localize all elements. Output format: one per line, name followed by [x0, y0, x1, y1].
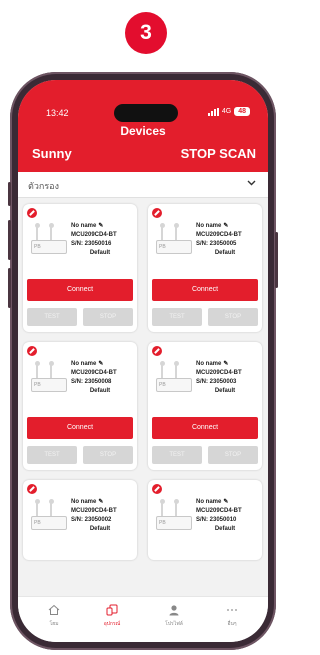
disconnected-icon: [152, 208, 162, 218]
phone-frame: 13:42 4G 48 Devices Sunny STOP SCAN ตัวก…: [8, 72, 278, 650]
user-name: Sunny: [32, 146, 72, 161]
device-serial: S/N: 23050008: [71, 379, 112, 385]
device-model: MCU209CD4-BT: [196, 508, 242, 514]
device-profile: Default: [214, 526, 236, 532]
connect-button[interactable]: Connect: [27, 279, 133, 301]
device-card: PB No name ✎ MCU209CD4-BT S/N: 23050003 D…: [148, 342, 262, 470]
device-image: PB: [154, 496, 198, 538]
device-name: No name: [71, 223, 97, 229]
app-header: 13:42 4G 48 Devices Sunny STOP SCAN: [18, 80, 268, 172]
device-serial: S/N: 23050005: [196, 241, 237, 247]
device-model: MCU209CD4-BT: [196, 370, 242, 376]
device-info: No name ✎ MCU209CD4-BT S/N: 23050002 Defa…: [71, 498, 135, 534]
device-image: PB: [29, 496, 73, 538]
device-model: MCU209CD4-BT: [71, 508, 117, 514]
tab-label: อื่นๆ: [227, 621, 237, 627]
connect-button[interactable]: Connect: [27, 417, 133, 439]
device-card: PB No name ✎ MCU209CD4-BT S/N: 23050005 D…: [148, 204, 262, 332]
device-info: No name ✎ MCU209CD4-BT S/N: 23050008 Defa…: [71, 360, 135, 396]
profile-icon: [152, 603, 196, 617]
device-profile: Default: [89, 388, 111, 394]
stop-button[interactable]: STOP: [83, 446, 133, 464]
stop-button[interactable]: STOP: [208, 446, 258, 464]
edit-icon[interactable]: ✎: [98, 223, 103, 229]
tab-label: โปรไฟล์: [165, 621, 183, 627]
chevron-down-icon: [247, 178, 256, 188]
page-title: Devices: [120, 124, 166, 138]
network-type: 4G: [221, 108, 232, 115]
edit-icon[interactable]: ✎: [223, 499, 228, 505]
test-button[interactable]: TEST: [27, 308, 77, 326]
edit-icon[interactable]: ✎: [223, 223, 228, 229]
device-serial: S/N: 23050010: [196, 517, 237, 523]
phone-button: [275, 232, 278, 288]
phone-button: [8, 268, 11, 308]
battery-icon: 48: [234, 107, 250, 116]
tab-profile[interactable]: โปรไฟล์: [152, 603, 196, 628]
step-number-badge: 3: [125, 12, 167, 54]
device-serial: S/N: 23050002: [71, 517, 112, 523]
test-button[interactable]: TEST: [27, 446, 77, 464]
device-serial: S/N: 23050003: [196, 379, 237, 385]
status-time: 13:42: [46, 108, 69, 118]
device-image: PB: [29, 220, 73, 262]
device-profile: Default: [214, 388, 236, 394]
connect-button[interactable]: Connect: [152, 417, 258, 439]
disconnected-icon: [152, 484, 162, 494]
device-model: MCU209CD4-BT: [196, 232, 242, 238]
disconnected-icon: [27, 484, 37, 494]
device-profile: Default: [214, 250, 236, 256]
device-name: No name: [71, 361, 97, 367]
tab-devices[interactable]: อุปกรณ์: [90, 603, 134, 628]
device-serial: S/N: 23050016: [71, 241, 112, 247]
edit-icon[interactable]: ✎: [98, 361, 103, 367]
device-name: No name: [196, 223, 222, 229]
device-name: No name: [71, 499, 97, 505]
disconnected-icon: [27, 346, 37, 356]
device-info: No name ✎ MCU209CD4-BT S/N: 23050003 Defa…: [196, 360, 260, 396]
device-image: PB: [154, 220, 198, 262]
device-card: PB No name ✎ MCU209CD4-BT S/N: 23050016 D…: [23, 204, 137, 332]
disconnected-icon: [27, 208, 37, 218]
device-info: No name ✎ MCU209CD4-BT S/N: 23050010 Defa…: [196, 498, 260, 534]
connect-button[interactable]: Connect: [152, 279, 258, 301]
filter-dropdown[interactable]: ตัวกรอง: [18, 172, 268, 198]
edit-icon[interactable]: ✎: [223, 361, 228, 367]
tab-label: อุปกรณ์: [103, 621, 121, 627]
filter-label: ตัวกรอง: [28, 181, 59, 191]
disconnected-icon: [152, 346, 162, 356]
device-card: PB No name ✎ MCU209CD4-BT S/N: 23050002 D…: [23, 480, 137, 560]
device-image: PB: [29, 358, 73, 400]
status-indicators: 4G 48: [207, 107, 250, 116]
stop-button[interactable]: STOP: [208, 308, 258, 326]
phone-button: [8, 182, 11, 206]
signal-icon: [207, 107, 219, 116]
device-card: PB No name ✎ MCU209CD4-BT S/N: 23050010 D…: [148, 480, 262, 560]
edit-icon[interactable]: ✎: [98, 499, 103, 505]
device-card: PB No name ✎ MCU209CD4-BT S/N: 23050008 D…: [23, 342, 137, 470]
tab-more[interactable]: อื่นๆ: [210, 603, 254, 628]
device-info: No name ✎ MCU209CD4-BT S/N: 23050005 Defa…: [196, 222, 260, 258]
home-icon: [32, 603, 76, 617]
bottom-tab-bar: โฮม อุปกรณ์ โปรไฟล์ อื่นๆ: [18, 596, 268, 642]
device-info: No name ✎ MCU209CD4-BT S/N: 23050016 Defa…: [71, 222, 135, 258]
phone-button: [8, 220, 11, 260]
more-icon: [210, 603, 254, 617]
test-button[interactable]: TEST: [152, 308, 202, 326]
device-profile: Default: [89, 526, 111, 532]
stop-scan-button[interactable]: STOP SCAN: [181, 146, 256, 161]
device-name: No name: [196, 361, 222, 367]
test-button[interactable]: TEST: [152, 446, 202, 464]
stop-button[interactable]: STOP: [83, 308, 133, 326]
dynamic-island: [114, 104, 178, 122]
device-model: MCU209CD4-BT: [71, 370, 117, 376]
tab-label: โฮม: [49, 621, 59, 627]
app-screen: 13:42 4G 48 Devices Sunny STOP SCAN ตัวก…: [18, 80, 268, 642]
device-model: MCU209CD4-BT: [71, 232, 117, 238]
tab-home[interactable]: โฮม: [32, 603, 76, 628]
devices-icon: [90, 603, 134, 617]
device-name: No name: [196, 499, 222, 505]
device-image: PB: [154, 358, 198, 400]
device-profile: Default: [89, 250, 111, 256]
